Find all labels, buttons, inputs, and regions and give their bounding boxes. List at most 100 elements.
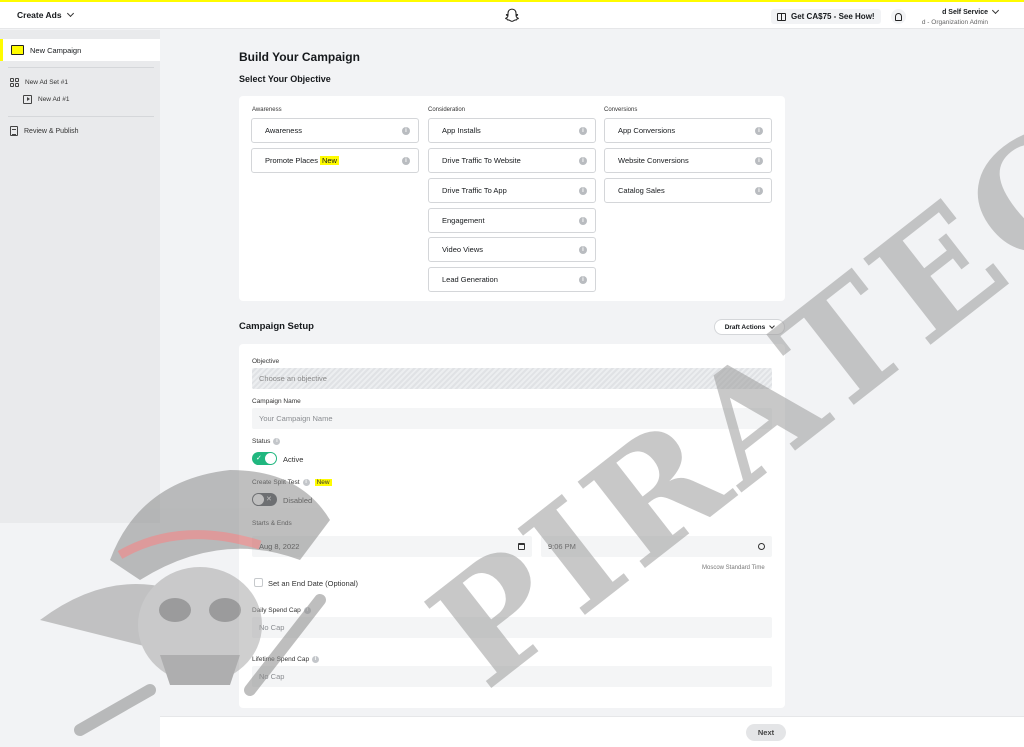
info-icon[interactable]: i	[579, 276, 587, 284]
info-icon[interactable]: i	[302, 479, 310, 486]
field-label-text: Campaign Name	[252, 398, 301, 405]
split-test-value: Disabled	[283, 496, 313, 505]
campaign-name-placeholder: Your Campaign Name	[259, 414, 333, 423]
ad-set-icon	[10, 78, 19, 87]
objective-engagement[interactable]: Engagement i	[428, 208, 596, 233]
start-date-input[interactable]: Aug 8, 2022	[252, 536, 532, 557]
campaign-name-input[interactable]: Your Campaign Name	[252, 408, 772, 429]
calendar-icon	[518, 543, 525, 550]
objective-label: App Conversions	[618, 126, 676, 135]
chevron-down-icon	[769, 322, 776, 329]
objective-website-conversions[interactable]: Website Conversions i	[604, 148, 772, 173]
info-icon[interactable]: i	[755, 187, 763, 195]
start-date-value: Aug 8, 2022	[259, 542, 300, 551]
objective-awareness[interactable]: Awareness i	[251, 118, 419, 143]
folder-icon	[11, 45, 24, 55]
info-icon[interactable]: i	[579, 217, 587, 225]
toggle-knob	[253, 494, 264, 505]
field-label-text: Lifetime Spend Cap	[252, 656, 310, 663]
snapchat-ghost-icon[interactable]	[504, 7, 520, 24]
status-toggle[interactable]: ✓	[252, 452, 277, 465]
divider	[8, 116, 154, 117]
ad-icon	[23, 95, 32, 104]
objective-drive-traffic-app[interactable]: Drive Traffic To App i	[428, 178, 596, 203]
info-icon[interactable]: i	[303, 607, 311, 614]
split-test-label: Create Split Test i New	[252, 479, 332, 486]
page-title: Build Your Campaign	[239, 50, 360, 64]
end-date-checkbox[interactable]	[254, 578, 263, 587]
column-title-consideration: Consideration	[428, 107, 466, 113]
notifications-button[interactable]	[891, 9, 906, 24]
daily-cap-input[interactable]: No Cap	[252, 617, 772, 638]
create-ads-label: Create Ads	[17, 10, 62, 20]
info-icon[interactable]: i	[579, 157, 587, 165]
status-label: Status i	[252, 438, 281, 445]
objective-lead-generation[interactable]: Lead Generation i	[428, 267, 596, 292]
daily-cap-label: Daily Spend Cap i	[252, 607, 311, 614]
next-label: Next	[757, 728, 775, 737]
objective-app-installs[interactable]: App Installs i	[428, 118, 596, 143]
field-label-text: Daily Spend Cap	[252, 607, 301, 614]
chevron-down-icon	[66, 9, 74, 18]
sidebar-item-review[interactable]: Review & Publish	[10, 126, 78, 136]
objective-app-conversions[interactable]: App Conversions i	[604, 118, 772, 143]
info-icon[interactable]: i	[312, 656, 320, 663]
lifetime-cap-label: Lifetime Spend Cap i	[252, 656, 320, 663]
toggle-knob	[265, 453, 276, 464]
sidebar-item-ad-set[interactable]: New Ad Set #1	[10, 78, 68, 87]
split-test-toggle[interactable]: ✕	[252, 493, 277, 506]
divider	[8, 67, 154, 68]
next-button[interactable]: Next	[746, 724, 786, 741]
objective-label: Awareness	[265, 126, 302, 135]
objective-promote-places[interactable]: Promote Places New i	[251, 148, 419, 173]
info-icon[interactable]: i	[402, 127, 410, 135]
daily-cap-placeholder: No Cap	[259, 623, 285, 632]
objective-video-views[interactable]: Video Views i	[428, 237, 596, 262]
chevron-down-icon[interactable]	[991, 6, 1000, 15]
info-icon[interactable]: i	[402, 157, 410, 165]
objective-drive-traffic-website[interactable]: Drive Traffic To Website i	[428, 148, 596, 173]
objective-label: Lead Generation	[442, 275, 498, 284]
objective-placeholder: Choose an objective	[259, 374, 327, 383]
info-icon[interactable]: i	[273, 438, 281, 445]
draft-actions-label: Draft Actions	[724, 323, 766, 331]
account-name: d Self Service	[942, 9, 988, 16]
sidebar: New Campaign New Ad Set #1 New Ad #1 Rev…	[0, 30, 160, 523]
objective-label: Website Conversions	[618, 156, 689, 165]
objective-field-label: Objective	[252, 358, 279, 365]
active-indicator	[0, 39, 3, 61]
field-label-text: Status	[252, 438, 271, 445]
objective-label: Drive Traffic To App	[442, 186, 507, 195]
lifetime-cap-input[interactable]: No Cap	[252, 666, 772, 687]
new-badge: New	[319, 156, 339, 165]
top-bar: Create Ads Get CA$75 - See How! d Self S…	[0, 0, 1024, 29]
draft-actions-button[interactable]: Draft Actions	[714, 319, 785, 335]
objective-select[interactable]: Choose an objective	[252, 368, 772, 389]
sidebar-item-label: New Campaign	[30, 46, 82, 55]
field-label-text: Create Split Test	[252, 479, 300, 486]
objective-catalog-sales[interactable]: Catalog Sales i	[604, 178, 772, 203]
start-time-value: 9:06 PM	[548, 542, 576, 551]
timezone-label: Moscow Standard Time	[702, 565, 765, 571]
info-icon[interactable]: i	[579, 127, 587, 135]
column-title-conversions: Conversions	[604, 107, 638, 113]
info-icon[interactable]: i	[579, 187, 587, 195]
sidebar-item-campaign[interactable]: New Campaign	[0, 39, 160, 61]
sidebar-item-label: New Ad #1	[38, 96, 70, 103]
start-time-input[interactable]: 9:06 PM	[541, 536, 772, 557]
info-icon[interactable]: i	[579, 246, 587, 254]
sidebar-item-ad[interactable]: New Ad #1	[23, 95, 69, 104]
create-ads-menu[interactable]: Create Ads	[17, 9, 74, 20]
objective-label: Drive Traffic To Website	[442, 156, 521, 165]
bell-icon	[895, 12, 902, 21]
new-badge: New	[314, 479, 332, 486]
info-icon[interactable]: i	[755, 157, 763, 165]
promo-label: Get CA$75 - See How!	[791, 12, 875, 21]
clock-icon	[758, 543, 765, 550]
section-title: Select Your Objective	[239, 74, 331, 84]
account-menu[interactable]: d Self Service d - Organization Admin	[905, 8, 988, 28]
starts-ends-label: Starts & Ends	[252, 520, 292, 527]
campaign-setup-title: Campaign Setup	[239, 321, 314, 332]
info-icon[interactable]: i	[755, 127, 763, 135]
promo-button[interactable]: Get CA$75 - See How!	[771, 9, 881, 24]
